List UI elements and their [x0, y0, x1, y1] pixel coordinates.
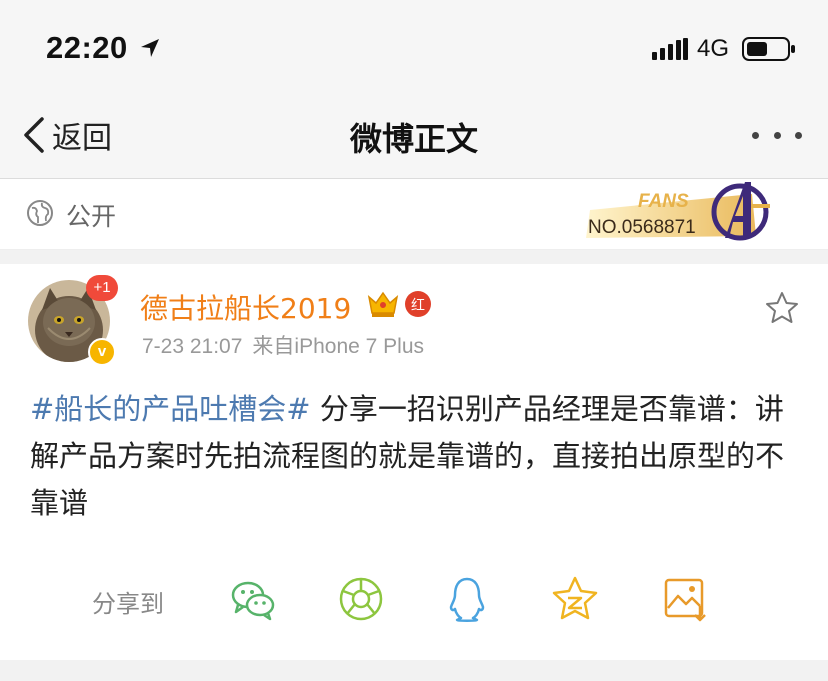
wechat-icon[interactable] — [228, 574, 278, 624]
post-meta: 7-23 21:07 来自iPhone 7 Plus — [142, 330, 424, 360]
post-source: 来自iPhone 7 Plus — [252, 335, 425, 358]
favorite-star-icon[interactable] — [764, 290, 800, 326]
post-timestamp: 7-23 21:07 — [142, 335, 243, 358]
globe-icon — [27, 200, 53, 226]
save-image-icon[interactable] — [660, 574, 710, 624]
hashtag-link[interactable]: #船长的产品吐槽会# — [30, 392, 311, 426]
verified-badge: v — [88, 338, 116, 366]
more-dot-icon — [773, 131, 781, 139]
status-bar: 22:20 4G — [0, 0, 828, 96]
location-arrow-icon — [141, 39, 159, 57]
page-title: 微博正文 — [349, 120, 478, 158]
qzone-icon[interactable] — [550, 574, 600, 624]
signal-icon — [652, 38, 688, 60]
section-divider — [0, 250, 828, 264]
fans-title: FANS — [638, 191, 689, 212]
status-time: 22:20 — [46, 30, 128, 65]
post-text: #船长的产品吐槽会# 分享一招识别产品经理是否靠谱：讲解产品方案时先拍流程图的就… — [30, 386, 806, 527]
red-badge-label: 红 — [411, 298, 425, 314]
moments-icon[interactable] — [336, 574, 386, 624]
notification-badge: +1 — [86, 275, 118, 301]
more-dot-icon — [795, 131, 802, 139]
qq-icon[interactable] — [442, 574, 492, 624]
username[interactable]: 德古拉船长2019 — [140, 287, 351, 327]
share-label: 分享到 — [92, 590, 164, 618]
crown-icon[interactable] — [366, 287, 400, 319]
bottom-divider — [0, 660, 828, 681]
more-dot-icon — [752, 131, 759, 139]
more-options-button[interactable] — [752, 120, 802, 150]
fans-number: NO.0568871 — [588, 217, 696, 238]
network-label: 4G — [697, 35, 730, 62]
nav-bar: 返回 微博正文 — [0, 96, 828, 179]
visibility-label: 公开 — [66, 202, 117, 231]
fans-badge[interactable]: FANS NO.0568871 — [580, 176, 780, 246]
red-badge-icon[interactable]: 红 — [404, 290, 432, 318]
battery-icon — [742, 37, 795, 61]
